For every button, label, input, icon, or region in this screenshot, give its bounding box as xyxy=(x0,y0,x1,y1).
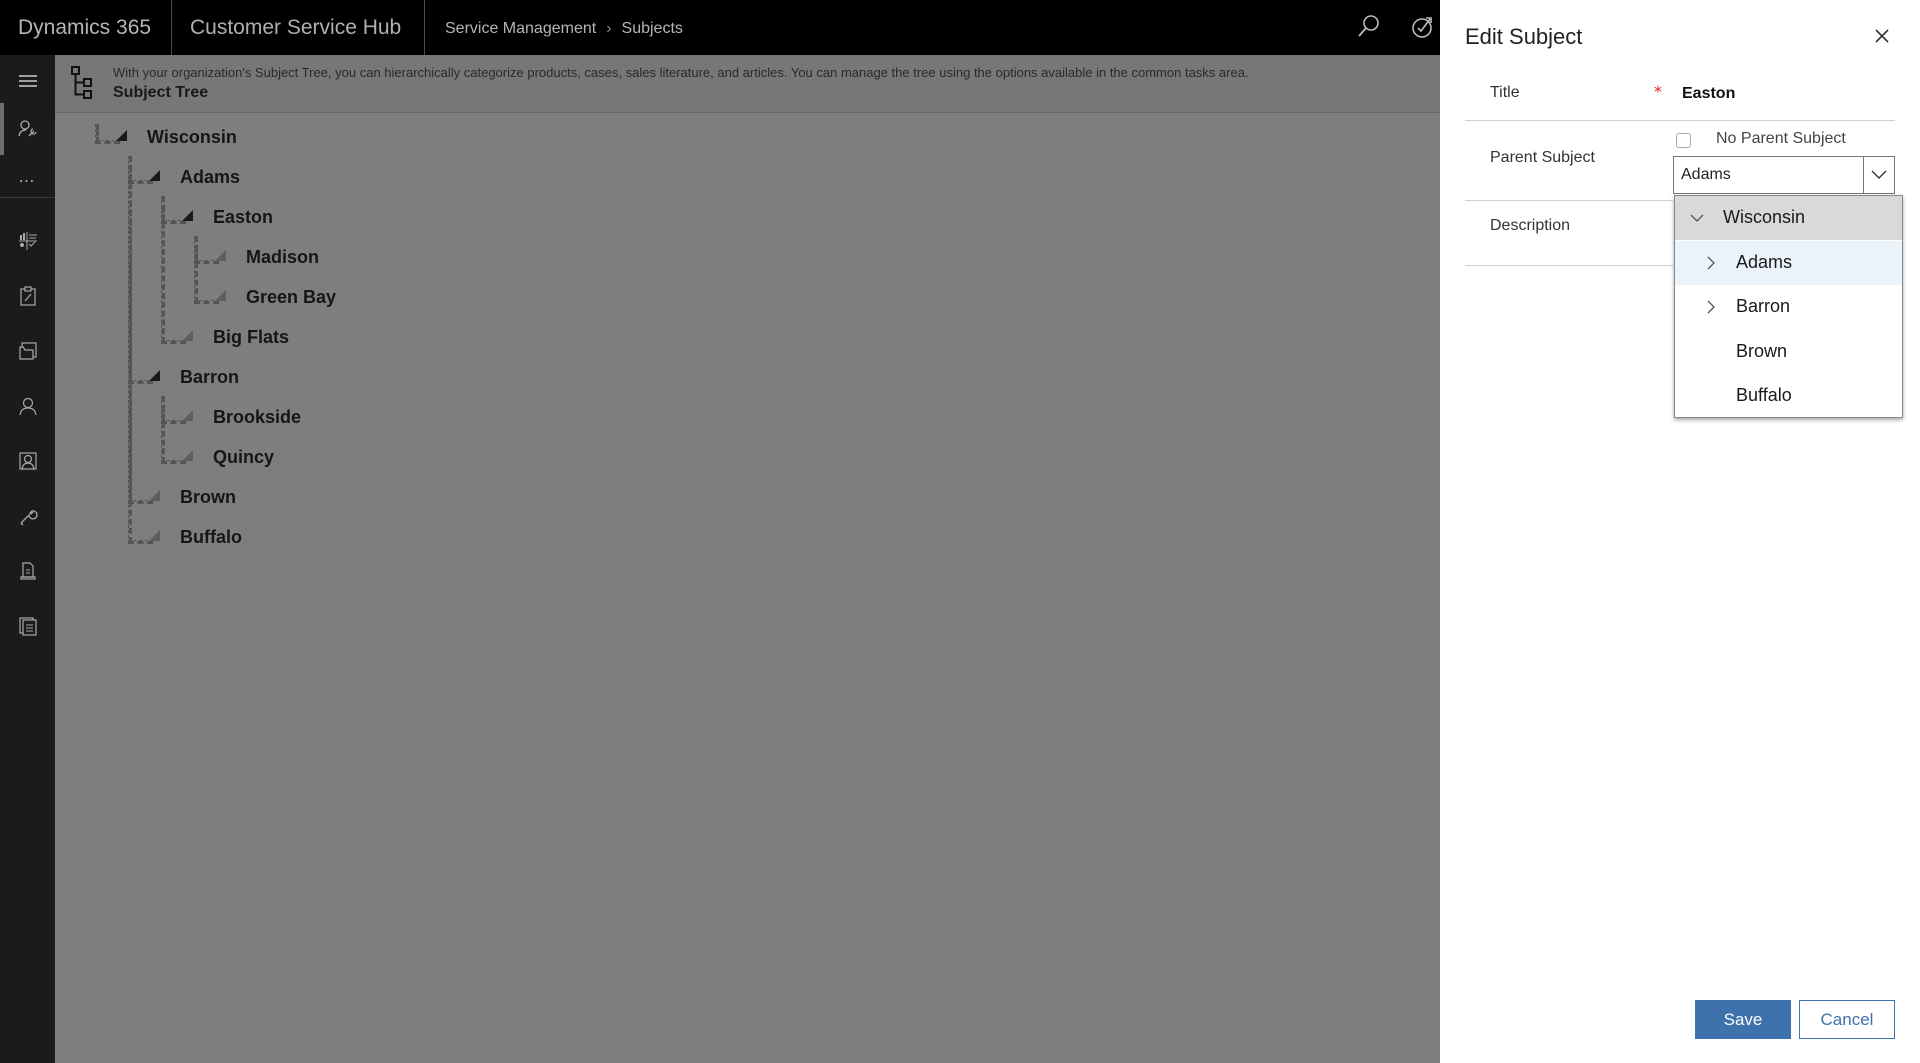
title-label: Title xyxy=(1490,84,1520,101)
divider xyxy=(1465,120,1895,121)
top-bar: Dynamics 365 Customer Service Hub Servic… xyxy=(0,0,1440,55)
tree-connector xyxy=(128,156,132,543)
collapsed-triangle-icon[interactable] xyxy=(182,330,193,341)
tree-node[interactable]: Big Flats xyxy=(213,327,289,348)
dropdown-option-label: Wisconsin xyxy=(1723,207,1806,227)
tree-node[interactable]: Buffalo xyxy=(180,527,242,548)
reports-icon[interactable] xyxy=(0,545,55,597)
title-field[interactable]: Easton xyxy=(1682,85,1735,103)
info-title: Subject Tree xyxy=(113,84,209,101)
tree-connector xyxy=(161,396,165,463)
collapsed-triangle-icon[interactable] xyxy=(149,530,160,541)
tree-connector xyxy=(95,124,99,143)
edit-subject-panel: Edit Subject Title * Easton No Parent Su… xyxy=(1440,0,1920,1063)
main-content: With your organization's Subject Tree, y… xyxy=(55,55,1440,1063)
save-button[interactable]: Save xyxy=(1695,1000,1791,1039)
sidebar-divider xyxy=(0,197,55,198)
chevron-right-icon[interactable] xyxy=(1703,299,1719,319)
dropdown-option[interactable]: Barron xyxy=(1675,285,1902,329)
dropdown-option[interactable]: Buffalo xyxy=(1675,374,1902,418)
knowledge-icon[interactable] xyxy=(0,600,55,652)
task-flow-icon[interactable] xyxy=(1408,12,1438,42)
collapsed-triangle-icon[interactable] xyxy=(149,490,160,501)
collapsed-triangle-icon[interactable] xyxy=(215,290,226,301)
service-management-icon[interactable] xyxy=(0,103,55,155)
divider xyxy=(1465,265,1673,266)
dropdown-option-label: Barron xyxy=(1736,296,1791,316)
cancel-button[interactable]: Cancel xyxy=(1799,1000,1895,1039)
collapsed-triangle-icon[interactable] xyxy=(215,250,226,261)
dashboard-icon[interactable] xyxy=(0,215,55,267)
app-name[interactable]: Customer Service Hub xyxy=(190,0,401,55)
brand-name[interactable]: Dynamics 365 xyxy=(18,0,151,55)
parent-subject-dropdown: Wisconsin Adams Barron Brown Buffalo xyxy=(1674,195,1903,418)
sidebar: … xyxy=(0,55,55,1063)
dropdown-option[interactable]: Adams xyxy=(1675,240,1902,285)
chevron-down-icon[interactable] xyxy=(1689,210,1705,230)
breadcrumb: Service Management › Subjects xyxy=(445,0,683,55)
chevron-right-icon[interactable] xyxy=(1703,255,1719,275)
subject-tree: Wisconsin Adams Easton Madison Green Bay Big … xyxy=(55,112,1440,1063)
divider xyxy=(1465,200,1673,201)
info-bar: With your organization's Subject Tree, y… xyxy=(55,55,1440,113)
dropdown-option-label: Buffalo xyxy=(1736,385,1792,405)
info-description: With your organization's Subject Tree, y… xyxy=(113,65,1249,80)
subject-tree-icon xyxy=(70,65,96,105)
parent-subject-select[interactable]: Adams xyxy=(1673,156,1895,194)
tree-node[interactable]: Brown xyxy=(180,487,236,508)
breadcrumb-item-subjects[interactable]: Subjects xyxy=(622,20,683,37)
menu-icon[interactable] xyxy=(0,55,55,107)
tree-node[interactable]: Adams xyxy=(180,167,240,188)
expanded-triangle-icon[interactable] xyxy=(149,170,160,181)
tools-icon[interactable] xyxy=(0,490,55,542)
search-icon[interactable] xyxy=(1353,12,1383,42)
tree-node[interactable]: Barron xyxy=(180,367,239,388)
parent-subject-value: Adams xyxy=(1681,166,1731,183)
expanded-triangle-icon[interactable] xyxy=(182,210,193,221)
collapsed-triangle-icon[interactable] xyxy=(182,410,193,421)
tree-connector xyxy=(161,196,165,343)
tree-node[interactable]: Wisconsin xyxy=(147,127,237,148)
close-icon[interactable] xyxy=(1870,24,1894,48)
expanded-triangle-icon[interactable] xyxy=(149,370,160,381)
activities-icon[interactable] xyxy=(0,270,55,322)
contacts-icon[interactable] xyxy=(0,380,55,432)
no-parent-label[interactable]: No Parent Subject xyxy=(1716,130,1846,148)
dropdown-option-label: Adams xyxy=(1736,251,1793,272)
queues-icon[interactable] xyxy=(0,325,55,377)
dropdown-option[interactable]: Brown xyxy=(1675,330,1902,374)
tree-node[interactable]: Madison xyxy=(246,247,319,268)
no-parent-checkbox[interactable] xyxy=(1676,133,1691,148)
dropdown-option-label: Brown xyxy=(1736,340,1788,361)
divider xyxy=(424,0,425,55)
tree-node[interactable]: Brookside xyxy=(213,407,301,428)
description-label: Description xyxy=(1490,217,1571,234)
tree-node[interactable]: Easton xyxy=(213,207,273,228)
expanded-triangle-icon[interactable] xyxy=(116,130,127,141)
more-icon[interactable]: … xyxy=(0,155,55,197)
chevron-down-icon[interactable] xyxy=(1863,157,1894,193)
dropdown-option[interactable]: Wisconsin xyxy=(1675,196,1902,240)
panel-title: Edit Subject xyxy=(1465,24,1583,49)
tree-node[interactable]: Quincy xyxy=(213,447,274,468)
accounts-icon[interactable] xyxy=(0,435,55,487)
breadcrumb-item-service-management[interactable]: Service Management xyxy=(445,20,596,37)
divider xyxy=(171,0,172,55)
tree-node[interactable]: Green Bay xyxy=(246,287,336,308)
parent-subject-label: Parent Subject xyxy=(1490,149,1595,166)
chevron-right-icon: › xyxy=(606,20,612,37)
collapsed-triangle-icon[interactable] xyxy=(182,450,193,461)
required-indicator: * xyxy=(1654,82,1662,101)
tree-connector xyxy=(194,236,198,303)
